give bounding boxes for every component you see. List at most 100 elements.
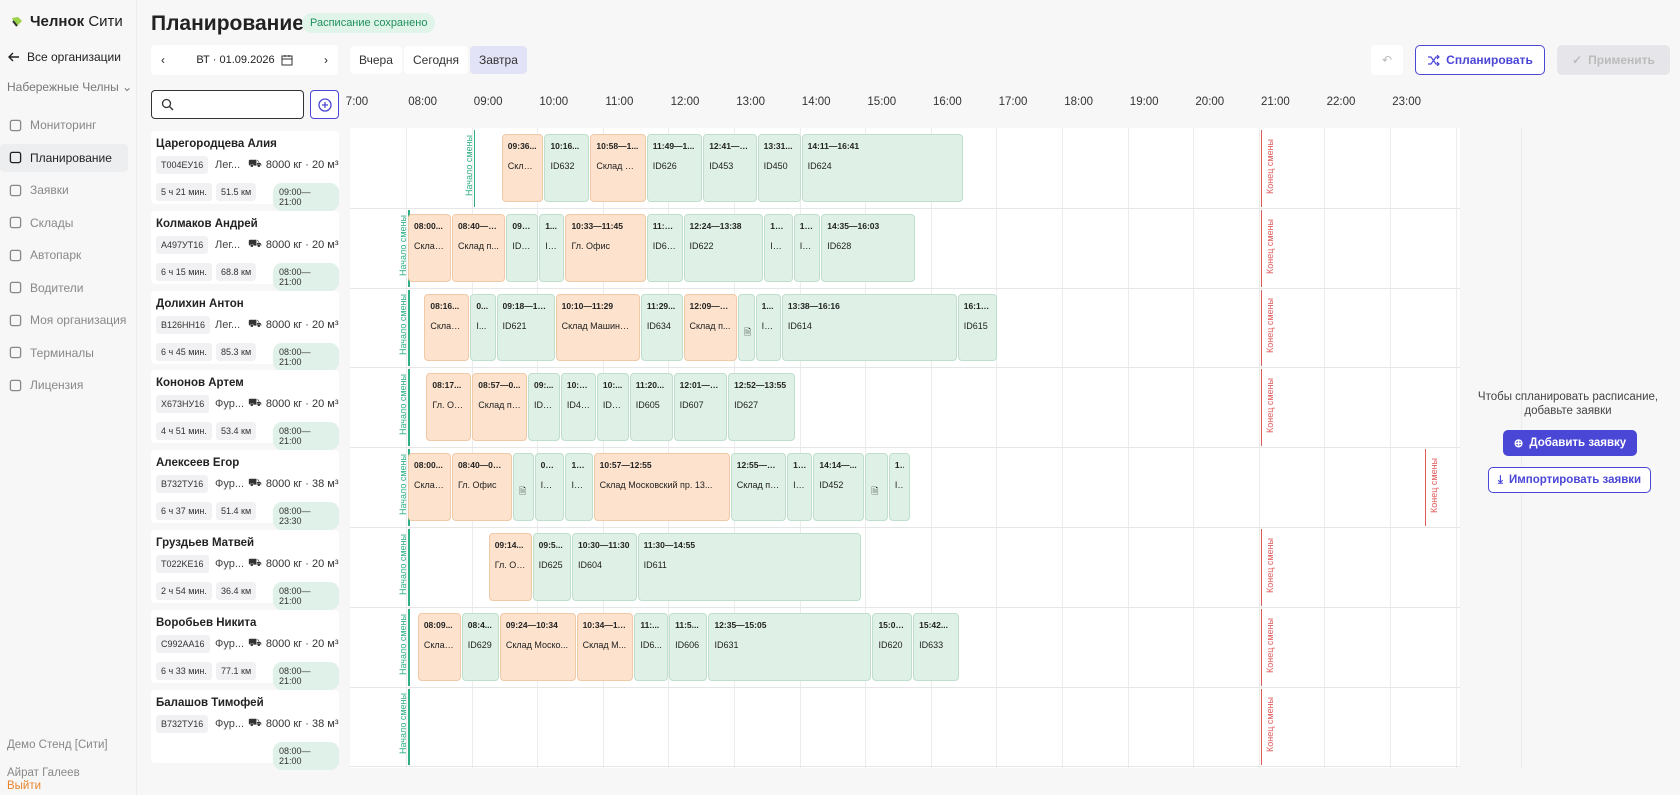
delivery-stop[interactable]: 10:30—11:30 ID604 bbox=[572, 533, 637, 601]
warehouse-stop[interactable]: 12:09—1... Склад п... bbox=[683, 293, 737, 362]
warehouse-stop[interactable]: 08:00... Склад... bbox=[408, 213, 451, 282]
delivery-stop[interactable]: 11:49—1... ID626 bbox=[646, 134, 703, 202]
warehouse-stop[interactable]: 09:14... Гл. Оф... bbox=[488, 533, 532, 601]
row-divider bbox=[350, 686, 1460, 688]
warehouse-stop[interactable]: 08:40—0... Склад п... bbox=[451, 213, 506, 282]
delivery-stop[interactable]: 1... I... bbox=[888, 453, 911, 521]
delivery-stop[interactable]: 🗎 bbox=[865, 453, 888, 521]
undo-icon: ↶ bbox=[1381, 53, 1393, 67]
delivery-stop[interactable]: 09:5... ID625 bbox=[532, 533, 571, 601]
tomorrow-button[interactable]: Завтра bbox=[470, 46, 527, 74]
driver-card[interactable]: Алексеев Егор B732TУ16 Фур... ⛟ 8000 кг · 38… bbox=[151, 450, 339, 531]
warehouse-stop[interactable]: 08:09... Склад... bbox=[417, 612, 461, 681]
yesterday-button[interactable]: Вчера bbox=[350, 46, 402, 74]
delivery-stop[interactable]: 12:52—13:55 ID627 bbox=[728, 373, 796, 442]
delivery-stop[interactable]: 12:24—13:38 ID622 bbox=[683, 213, 764, 282]
plan-button[interactable]: Спланировать bbox=[1415, 45, 1545, 75]
logo[interactable]: Челнок Сити bbox=[10, 13, 123, 30]
stop-label: Склад Моско... bbox=[505, 639, 569, 650]
warehouse-stop[interactable]: 09:36... Склад... bbox=[501, 134, 544, 202]
warehouse-stop[interactable]: 08:17... Гл. Оф... bbox=[426, 373, 472, 442]
chevron-left-icon[interactable]: ‹ bbox=[161, 53, 165, 67]
delivery-stop[interactable]: 13:38—16:16 ID614 bbox=[781, 293, 957, 362]
sidebar-item-5[interactable]: Водители bbox=[0, 274, 128, 302]
today-button[interactable]: Сегодня bbox=[404, 46, 468, 74]
sidebar-item-3[interactable]: Склады bbox=[0, 209, 128, 237]
delivery-stop[interactable]: 1... ID... bbox=[539, 213, 565, 282]
add-request-button[interactable]: ⊕ Добавить заявку bbox=[1503, 430, 1637, 456]
delivery-stop[interactable]: 16:16... ID615 bbox=[957, 293, 998, 362]
delivery-stop[interactable]: 14:11—16:41 ID624 bbox=[801, 134, 964, 202]
delivery-stop[interactable]: 12:41—1... ID453 bbox=[703, 134, 757, 202]
delivery-stop[interactable]: 10:... ID6... bbox=[565, 453, 593, 521]
chevron-right-icon[interactable]: › bbox=[324, 53, 328, 67]
add-driver-button[interactable] bbox=[310, 90, 339, 119]
delivery-stop[interactable]: 09:29... ID616 bbox=[506, 213, 539, 282]
delivery-stop[interactable]: 12:01—1... ID607 bbox=[673, 373, 728, 442]
driver-card[interactable]: Воробьев Никита C992AA16 Фур... ⛟ 8000 кг · … bbox=[151, 609, 339, 690]
delivery-stop[interactable]: 11:... ID6... bbox=[634, 612, 669, 681]
hour-label: 7:00 bbox=[345, 96, 369, 108]
warehouse-stop[interactable]: 10:57—12:55 Склад Московский пр. 13... bbox=[593, 453, 730, 521]
apply-button[interactable]: ✓ Применить bbox=[1557, 45, 1670, 75]
delivery-stop[interactable]: 12:55—13... Склад пр... bbox=[730, 453, 787, 521]
driver-card[interactable]: Колмаков Андрей A497УТ16 Лег... ⛟ 8000 кг · … bbox=[151, 210, 339, 291]
warehouse-stop[interactable]: 08:40—09:... Гл. Офис bbox=[451, 453, 512, 521]
delivery-stop[interactable]: 14:... ID... bbox=[793, 213, 821, 282]
delivery-stop[interactable]: 14:35—16:03 ID628 bbox=[821, 213, 916, 282]
delivery-stop[interactable]: 10:1... ID451 bbox=[560, 373, 596, 442]
sidebar-item-1[interactable]: Планирование bbox=[0, 143, 128, 172]
delivery-stop[interactable]: 08:4... ID629 bbox=[461, 612, 499, 681]
delivery-stop[interactable]: 11:20... ID605 bbox=[629, 373, 673, 442]
delivery-stop[interactable]: 09:... ID6... bbox=[528, 373, 560, 442]
logout-link[interactable]: Выйти bbox=[7, 780, 41, 792]
driver-card[interactable]: Балашов Тимофей B732TУ16 Фур... ⛟ 8000 кг · … bbox=[151, 689, 339, 770]
sidebar-item-8[interactable]: Лицензия bbox=[0, 371, 128, 399]
vehicle-capacity: ⛟ 8000 кг · 38 м³ bbox=[248, 477, 339, 491]
sidebar-item-6[interactable]: Моя организация bbox=[0, 306, 128, 334]
delivery-stop[interactable]: 09:18—10... ID621 bbox=[496, 293, 555, 362]
delivery-stop[interactable]: 15:05... ID620 bbox=[872, 612, 913, 681]
delivery-stop[interactable]: 10:... ID6... bbox=[596, 373, 629, 442]
warehouse-stop[interactable]: 08:00... Склад... bbox=[408, 453, 451, 521]
delivery-stop[interactable]: 11:45... ID623 bbox=[646, 213, 683, 282]
sidebar-item-2[interactable]: Заявки bbox=[0, 176, 128, 204]
delivery-stop[interactable]: 13... ID... bbox=[787, 453, 813, 521]
driver-card[interactable]: Царегородцева Алия T004EУ16 Лег... ⛟ 8000 кг… bbox=[151, 131, 339, 211]
sidebar-item-0[interactable]: Мониторинг bbox=[0, 111, 128, 139]
delivery-stop[interactable]: 🗎 bbox=[737, 293, 755, 362]
delivery-stop[interactable]: 11:5... ID606 bbox=[669, 612, 708, 681]
delivery-stop[interactable]: 13:31... ID450 bbox=[757, 134, 801, 202]
delivery-stop[interactable]: 1... ID... bbox=[755, 293, 781, 362]
delivery-stop[interactable]: 14:14—... ID452 bbox=[813, 453, 865, 521]
warehouse-stop[interactable]: 08:16... Склад... bbox=[424, 293, 470, 362]
search-input[interactable] bbox=[151, 90, 304, 119]
driver-card[interactable]: Груздьев Матвей T022KE16 Фур... ⛟ 8000 кг · … bbox=[151, 530, 339, 610]
delivery-stop[interactable]: 10:16... ID632 bbox=[544, 134, 590, 202]
delivery-stop[interactable]: 09:... ID4... bbox=[534, 453, 565, 521]
warehouse-stop[interactable]: 10:10—11:29 Склад Машинос... bbox=[555, 293, 640, 362]
back-to-organizations[interactable]: Все организации bbox=[8, 50, 121, 64]
warehouse-stop[interactable]: 10:33—11:45 Гл. Офис bbox=[565, 213, 646, 282]
delivery-stop[interactable]: 11:29... ID634 bbox=[640, 293, 683, 362]
delivery-stop[interactable]: 12:35—15:05 ID631 bbox=[708, 612, 872, 681]
undo-button[interactable]: ↶ bbox=[1371, 45, 1403, 75]
driver-card[interactable]: Кононов Артем X673HУ16 Фур... ⛟ 8000 кг · 20… bbox=[151, 370, 339, 451]
delivery-stop[interactable]: 13:... ID4... bbox=[764, 213, 793, 282]
hour-label: 08:00 bbox=[408, 96, 437, 108]
sidebar-item-4[interactable]: Автопарк bbox=[0, 241, 128, 269]
warehouse-stop[interactable]: 08:57—0... Склад пр... bbox=[472, 373, 528, 442]
warehouse-stop[interactable]: 09:24—10:34 Склад Моско... bbox=[499, 612, 576, 681]
delivery-stop[interactable]: 🗎 bbox=[512, 453, 534, 521]
delivery-stop[interactable]: 0... I... bbox=[470, 293, 496, 362]
warehouse-stop[interactable]: 10:34—11... Склад М... bbox=[576, 612, 634, 681]
city-selector[interactable]: Набережные Челны ⌄ bbox=[7, 80, 132, 94]
date-picker[interactable]: ВТ · 01.09.2026 bbox=[196, 54, 293, 66]
delivery-stop[interactable]: 11:30—14:55 ID611 bbox=[637, 533, 861, 601]
import-requests-button[interactable]: ⤓ Импортировать заявки bbox=[1488, 467, 1651, 493]
driver-card[interactable]: Долихин Антон B126HH16 Лег... ⛟ 8000 кг · 20… bbox=[151, 290, 339, 371]
delivery-stop[interactable]: 15:42... ID633 bbox=[913, 612, 960, 681]
sidebar-item-7[interactable]: Терминалы bbox=[0, 339, 128, 367]
warehouse-stop[interactable]: 10:58—1... Склад М... bbox=[590, 134, 646, 202]
shift-end-line bbox=[1424, 449, 1427, 526]
